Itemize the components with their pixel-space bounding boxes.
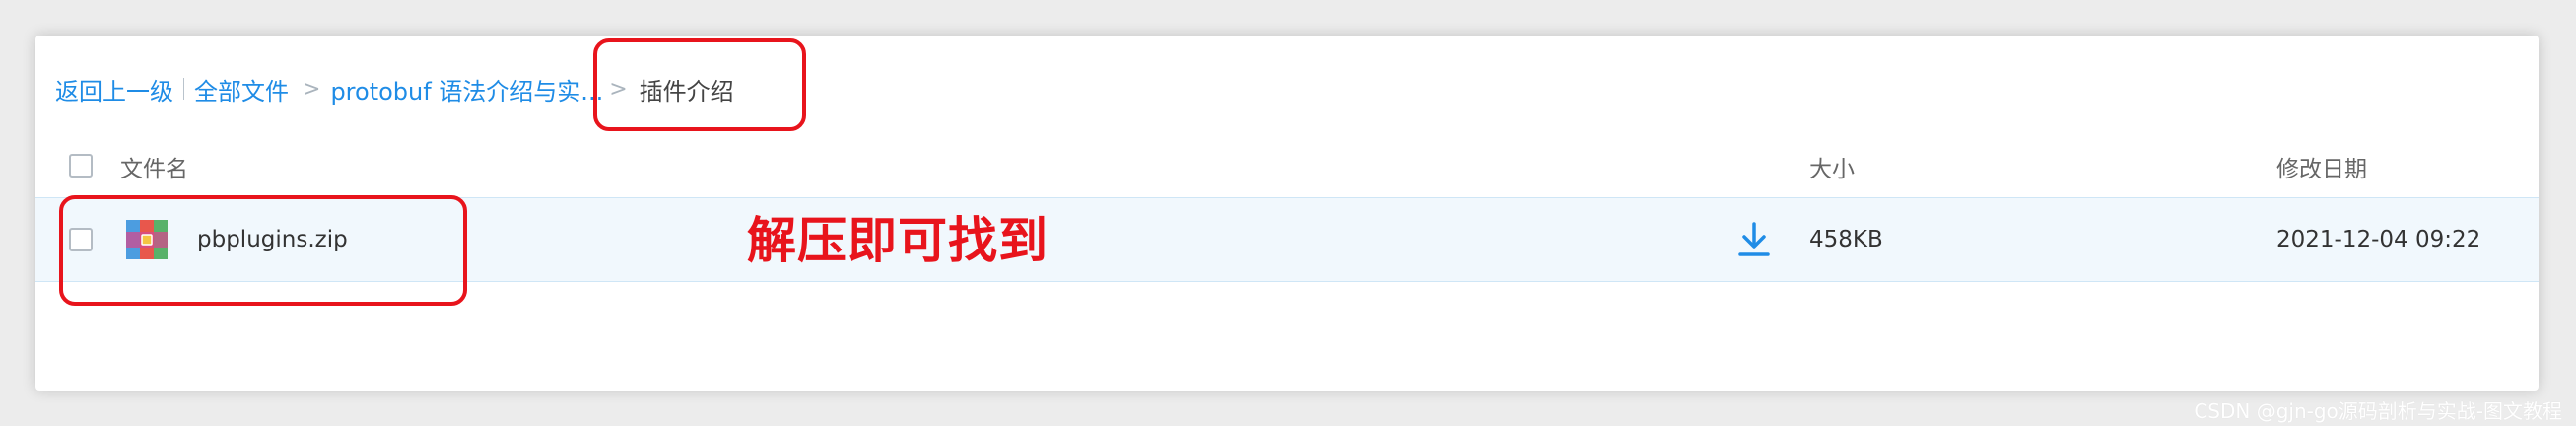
table-row[interactable]: pbplugins.zip 458KB 2021-12-04 09:22	[35, 197, 2539, 282]
select-all-checkbox[interactable]	[69, 154, 93, 178]
table-header: 文件名 大小 修改日期	[35, 138, 2539, 189]
download-icon[interactable]	[1736, 220, 1772, 259]
breadcrumb-separator: >	[303, 76, 321, 102]
breadcrumb-divider	[183, 78, 184, 100]
column-header-modified[interactable]: 修改日期	[2276, 150, 2367, 183]
row-checkbox[interactable]	[69, 228, 93, 251]
breadcrumb-separator: >	[609, 76, 628, 102]
breadcrumb-back-link[interactable]: 返回上一级	[55, 72, 173, 106]
zip-archive-icon	[126, 220, 168, 259]
breadcrumb-current-folder: 插件介绍	[639, 77, 734, 106]
watermark: CSDN @gjn-go源码剖析与实战-图文教程	[2194, 399, 2562, 423]
column-header-size[interactable]: 大小	[1809, 150, 1855, 183]
file-name-link[interactable]: pbplugins.zip	[197, 227, 348, 252]
annotation-text: 解压即可找到	[747, 212, 1049, 269]
file-browser-panel: 返回上一级 全部文件 > protobuf 语法介绍与实... > 插件介绍 文…	[35, 36, 2539, 390]
file-modified-date: 2021-12-04 09:22	[2276, 227, 2481, 252]
breadcrumb: 返回上一级 全部文件 > protobuf 语法介绍与实... > 插件介绍	[55, 69, 734, 108]
breadcrumb-parent-folder-link[interactable]: protobuf 语法介绍与实...	[330, 72, 603, 106]
breadcrumb-all-files-link[interactable]: 全部文件	[194, 72, 289, 106]
column-header-name[interactable]: 文件名	[120, 150, 188, 183]
file-size: 458KB	[1809, 227, 1883, 252]
